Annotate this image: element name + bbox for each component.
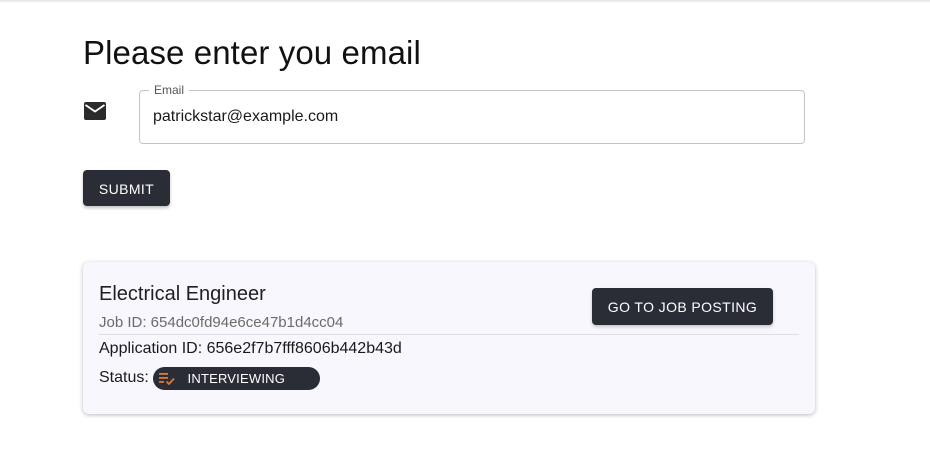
status-value: INTERVIEWING	[187, 370, 286, 386]
job-title: Electrical Engineer	[99, 283, 266, 305]
application-id: Application ID: 656e2f7b7fff8606b442b43d	[99, 340, 402, 357]
email-input[interactable]	[153, 105, 783, 129]
email-label: Email	[149, 83, 190, 97]
mail-icon	[84, 102, 106, 120]
top-shadow	[0, 0, 930, 3]
job-application-card: Electrical Engineer Job ID: 654dc0fd94e6…	[83, 262, 815, 414]
email-field[interactable]: Email	[139, 83, 805, 144]
go-to-job-posting-button[interactable]: GO TO JOB POSTING	[592, 288, 773, 325]
job-id: Job ID: 654dc0fd94e6ce47b1d4cc04	[99, 314, 344, 331]
status-row: Status: INTERVIEWING	[99, 366, 320, 390]
page-title: Please enter you email	[83, 34, 421, 71]
card-divider	[99, 334, 799, 335]
page: Please enter you email Email SUBMIT Elec…	[0, 0, 930, 470]
status-chip: INTERVIEWING	[152, 366, 320, 390]
submit-button[interactable]: SUBMIT	[83, 170, 170, 206]
status-label: Status:	[99, 369, 149, 386]
